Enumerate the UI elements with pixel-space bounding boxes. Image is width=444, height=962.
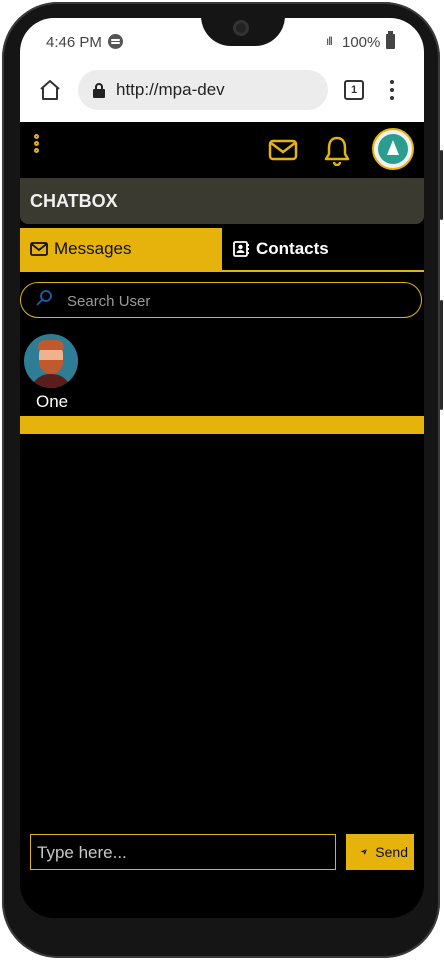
envelope-icon: [30, 242, 48, 256]
mail-icon[interactable]: [268, 138, 298, 162]
app-menu-icon[interactable]: [34, 134, 42, 162]
paper-plane-icon: [360, 849, 368, 855]
home-icon[interactable]: [38, 78, 62, 102]
app-header: [20, 122, 424, 176]
tab-contacts-label: Contacts: [256, 239, 329, 258]
battery-percent: 100%: [342, 34, 381, 51]
lock-icon: [93, 83, 105, 98]
user-name: One: [36, 392, 69, 411]
chatbox-header: CHATBOX: [20, 178, 424, 224]
camera-icon: [233, 20, 249, 36]
battery-icon: [386, 31, 395, 49]
search-user-input[interactable]: [65, 289, 399, 313]
user-list-item[interactable]: One: [24, 334, 80, 414]
search-icon: [36, 290, 52, 306]
tab-underline: [20, 270, 424, 272]
send-label: Send: [375, 844, 408, 860]
screen: 4:46 PM ıll 100% http://mpa-dev 1 CHATBO…: [20, 18, 424, 918]
browser-menu-icon[interactable]: [390, 80, 396, 100]
tab-contacts[interactable]: Contacts: [222, 228, 424, 270]
status-bar: 4:46 PM ıll 100%: [20, 18, 424, 64]
message-input-box: [30, 834, 336, 870]
chatbox-title: CHATBOX: [30, 191, 118, 211]
list-divider-bar: [20, 416, 424, 434]
tab-messages[interactable]: Messages: [20, 228, 222, 270]
profile-avatar[interactable]: [372, 128, 414, 170]
url-bar[interactable]: http://mpa-dev: [78, 70, 328, 110]
phone-side-button: [440, 150, 443, 220]
search-bar: [20, 282, 422, 318]
browser-bar: http://mpa-dev 1: [20, 64, 424, 123]
url-text: http://mpa-dev: [116, 80, 225, 99]
tab-switcher-button[interactable]: 1: [344, 80, 364, 100]
tab-messages-label: Messages: [54, 239, 132, 258]
phone-volume-button: [440, 300, 443, 410]
spotify-icon: [108, 34, 123, 49]
sailboat-icon: [378, 134, 408, 164]
send-button[interactable]: Send: [346, 834, 414, 870]
signal-icon: ıll: [326, 34, 333, 48]
message-input[interactable]: [35, 841, 329, 865]
address-book-icon: [233, 241, 249, 257]
bell-icon[interactable]: [322, 134, 352, 166]
user-avatar: [24, 334, 78, 388]
chat-tabs: Messages Contacts: [20, 228, 424, 272]
status-time: 4:46 PM: [46, 34, 102, 51]
